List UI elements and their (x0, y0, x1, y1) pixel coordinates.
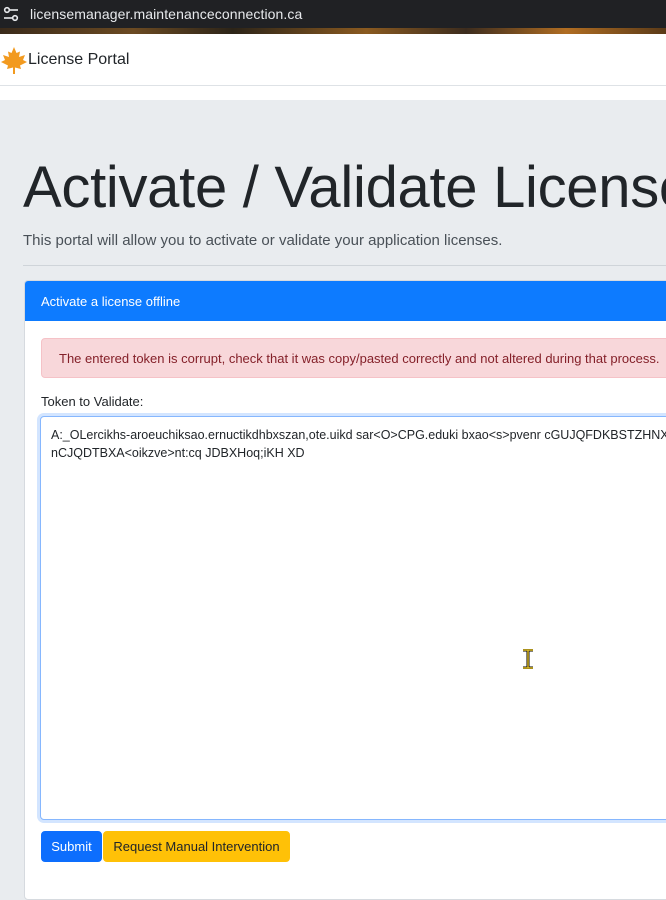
top-navbar: License Portal (0, 34, 666, 86)
maple-leaf-icon[interactable] (0, 44, 28, 76)
brand-title[interactable]: License Portal (28, 51, 129, 69)
request-manual-intervention-button[interactable]: Request Manual Intervention (103, 831, 290, 862)
page-title: Activate / Validate License (23, 155, 666, 220)
divider (23, 265, 666, 266)
offline-activation-card: Activate a license offline The entered t… (24, 280, 666, 900)
submit-button[interactable]: Submit (41, 831, 102, 862)
token-field-label: Token to Validate: (41, 394, 144, 409)
browser-address-bar[interactable]: licensemanager.maintenanceconnection.ca (0, 0, 666, 28)
tune-icon[interactable] (2, 5, 20, 23)
address-url[interactable]: licensemanager.maintenanceconnection.ca (30, 6, 302, 22)
text-cursor-icon (521, 648, 535, 670)
error-alert: The entered token is corrupt, check that… (41, 338, 666, 378)
page-description: This portal will allow you to activate o… (23, 232, 503, 249)
card-header: Activate a license offline (25, 281, 666, 321)
token-input[interactable]: A:_OLercikhs-aroeuchiksao.ernuctikdhbxsz… (40, 416, 666, 820)
navbar-spacer (0, 86, 666, 100)
